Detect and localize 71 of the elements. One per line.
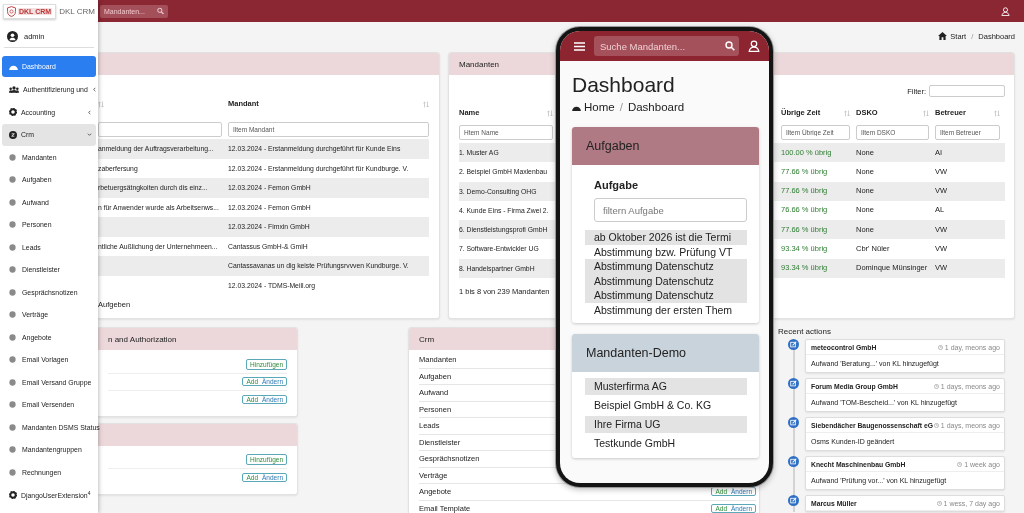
dot-icon	[9, 446, 16, 454]
dot-icon	[9, 356, 16, 364]
breadcrumb-separator: /	[619, 101, 623, 113]
panel-title: Mandanten	[459, 59, 500, 69]
page-title: Dashboard	[572, 73, 676, 97]
card-title: Mandanten-Demo	[586, 346, 687, 360]
edit-icon	[788, 456, 799, 467]
sort-icon	[98, 100, 104, 108]
list-row[interactable]: ab Oktober 2026 ist die Termi	[585, 230, 747, 245]
dot-icon	[9, 243, 16, 251]
list-row[interactable]: Abstimmung Datenschutz	[585, 259, 747, 274]
dot-icon	[9, 221, 16, 229]
card-title: Aufgaben	[586, 139, 640, 153]
menu-icon	[574, 41, 585, 51]
list-row[interactable]: Abstimmung bzw. Prüfung VT	[585, 244, 747, 259]
clock-icon	[937, 344, 943, 350]
dot-icon	[9, 153, 16, 161]
users-icon	[9, 86, 19, 94]
sort-icon	[423, 100, 429, 108]
gear-icon	[9, 490, 17, 499]
search-field[interactable]: Suche Mandanten...	[594, 36, 739, 56]
edit-icon	[788, 495, 799, 506]
edit-icon	[788, 339, 799, 350]
filter-field[interactable]: filtern Aufgabe	[594, 198, 747, 222]
avatar-icon	[7, 30, 18, 42]
breadcrumb-link[interactable]: Home	[584, 101, 615, 113]
section-title: Recent actions	[778, 327, 832, 337]
column-header: Aufgabe	[593, 179, 639, 191]
breadcrumb-current: Dashboard	[627, 101, 685, 113]
caret-icon	[87, 132, 92, 138]
sort-icon	[547, 109, 553, 117]
user-icon	[1001, 6, 1010, 16]
clock-icon	[933, 383, 939, 389]
sort-icon	[923, 109, 929, 117]
dot-icon	[9, 288, 16, 296]
list-row[interactable]: Testkunde GmbH	[585, 435, 747, 452]
gear-icon	[9, 108, 17, 117]
clock-icon	[957, 461, 963, 467]
caret-icon	[91, 87, 97, 93]
search-icon	[157, 7, 164, 15]
dot-icon	[9, 378, 16, 386]
gauge-icon	[9, 63, 18, 70]
dot-icon	[9, 423, 16, 431]
list-row[interactable]: Ihre Firma UG	[585, 416, 747, 433]
clock-icon	[933, 422, 939, 428]
user-icon	[748, 40, 760, 52]
list-row[interactable]: Abstimmung der ersten Them	[585, 302, 747, 317]
list-row[interactable]: Beispiel GmbH & Co. KG	[585, 397, 747, 414]
dot-icon	[9, 468, 16, 476]
dot-icon	[9, 198, 16, 206]
dot-icon	[9, 266, 16, 274]
sort-icon	[844, 109, 850, 117]
caret-icon	[87, 109, 92, 115]
list-row[interactable]: Musterfirma AG	[585, 378, 747, 395]
filter-field[interactable]	[98, 122, 222, 137]
panel-title: n and Authorization	[108, 334, 177, 344]
panel-title: Crm	[419, 334, 435, 344]
home-icon	[938, 32, 948, 40]
edit-icon	[788, 417, 799, 428]
sort-icon	[994, 109, 1000, 117]
dot-icon	[9, 311, 16, 319]
brand-name: DKL CRM	[59, 6, 95, 16]
edit-icon	[788, 378, 799, 389]
circle-icon	[9, 130, 17, 139]
filter-field[interactable]	[929, 85, 1005, 97]
clock-icon	[936, 500, 942, 506]
search-icon	[725, 41, 735, 51]
dot-icon	[9, 176, 16, 184]
list-row[interactable]: Abstimmung Datenschutz	[585, 288, 747, 303]
dot-icon	[9, 401, 16, 409]
dot-icon	[9, 333, 16, 341]
